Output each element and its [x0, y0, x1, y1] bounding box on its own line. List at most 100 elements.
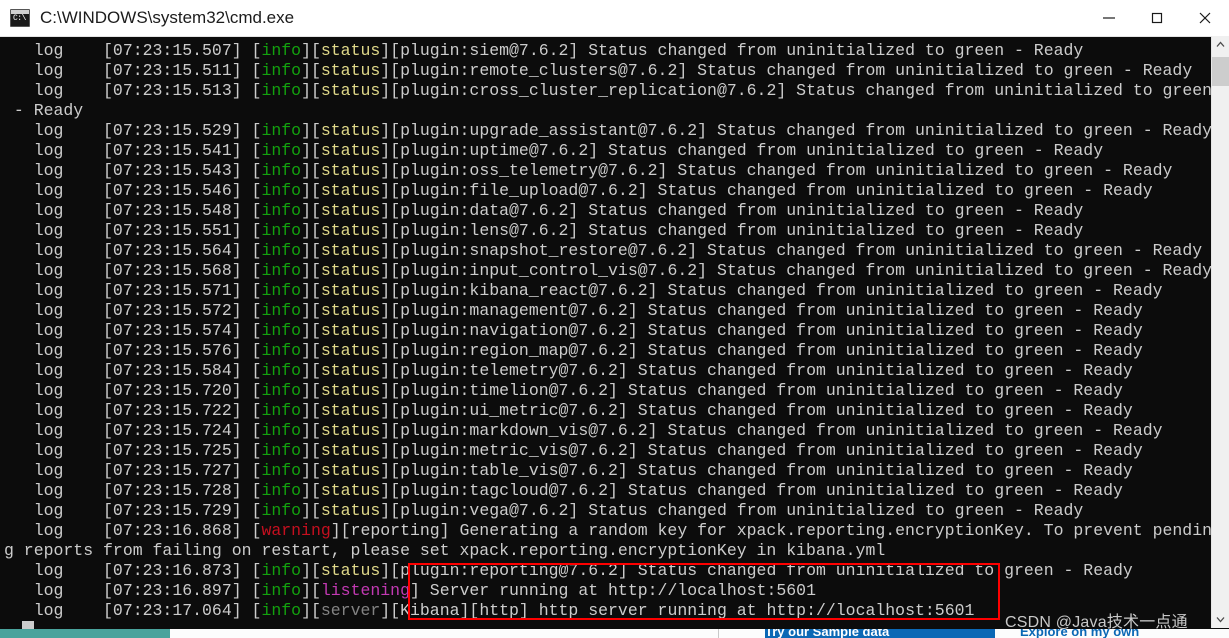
window-title: C:\WINDOWS\system32\cmd.exe — [40, 8, 295, 27]
console-segment-white: ][ — [301, 461, 321, 480]
console-segment-status: status — [320, 41, 381, 60]
console-segment-white: ][plugin:uptime@7.6.2] Status changed fr… — [380, 141, 1104, 160]
console-segment-white: ][plugin:reporting@7.6.2] Status changed… — [380, 561, 1133, 580]
console-segment-white: ][ — [301, 201, 321, 220]
console-segment-white: log [07:23:15.541] [ — [4, 141, 262, 160]
console-segment-info: info — [261, 421, 302, 440]
console-line: log [07:23:15.725] [info][status][plugin… — [4, 441, 1196, 461]
console-segment-white: ][plugin:cross_cluster_replication@7.6.2… — [380, 81, 1213, 100]
cmd-console-icon — [10, 9, 30, 27]
console-segment-white: ][ — [301, 161, 321, 180]
console-segment-white: log [07:23:15.576] [ — [4, 341, 262, 360]
console-segment-white: ][plugin:table_vis@7.6.2] Status changed… — [380, 461, 1133, 480]
console-segment-info: info — [261, 601, 302, 620]
console-segment-white: ][plugin:file_upload@7.6.2] Status chang… — [380, 181, 1153, 200]
scroll-down-icon[interactable] — [1212, 611, 1229, 628]
watermark-text: CSDN @Java技术一点通 — [1005, 614, 1188, 631]
window-controls — [1085, 0, 1229, 36]
console-segment-white: log [07:23:15.584] [ — [4, 361, 262, 380]
console-segment-info: info — [261, 441, 302, 460]
console-segment-info: info — [261, 241, 302, 260]
console-segment-white: log [07:23:15.722] [ — [4, 401, 262, 420]
console-line: log [07:23:15.551] [info][status][plugin… — [4, 221, 1196, 241]
console-segment-info: info — [261, 181, 302, 200]
console-segment-white: ][plugin:telemetry@7.6.2] Status changed… — [380, 361, 1133, 380]
console-segment-white: ][ — [301, 401, 321, 420]
console-segment-warning: warning — [261, 521, 331, 540]
console-segment-white: ][ — [301, 581, 321, 600]
console-segment-server: server — [320, 601, 381, 620]
console-segment-white: log [07:23:17.064] [ — [4, 601, 262, 620]
window-titlebar[interactable]: C:\WINDOWS\system32\cmd.exe — [0, 0, 1229, 37]
console-segment-white: ][plugin:input_control_vis@7.6.2] Status… — [380, 261, 1213, 280]
console-segment-white: log [07:23:15.543] [ — [4, 161, 262, 180]
console-segment-white: ][ — [301, 441, 321, 460]
console-line: log [07:23:15.728] [info][status][plugin… — [4, 481, 1196, 501]
console-segment-status: status — [320, 341, 381, 360]
console-segment-info: info — [261, 221, 302, 240]
console-line: log [07:23:15.724] [info][status][plugin… — [4, 421, 1196, 441]
console-segment-info: info — [261, 461, 302, 480]
console-segment-white: ][ — [301, 281, 321, 300]
console-segment-white: log [07:23:15.568] [ — [4, 261, 262, 280]
console-segment-info: info — [261, 261, 302, 280]
console-segment-white: ][ — [301, 301, 321, 320]
console-segment-status: status — [320, 361, 381, 380]
console-line: log [07:23:15.727] [info][status][plugin… — [4, 461, 1196, 481]
console-segment-status: status — [320, 201, 381, 220]
console-segment-info: info — [261, 201, 302, 220]
console-line: log [07:23:15.729] [info][status][plugin… — [4, 501, 1196, 521]
console-segment-white: log [07:23:15.507] [ — [4, 41, 262, 60]
console-segment-status: status — [320, 161, 381, 180]
close-icon[interactable] — [1181, 0, 1229, 36]
console-line: log [07:23:16.873] [info][status][plugin… — [4, 561, 1196, 581]
console-segment-info: info — [261, 281, 302, 300]
console-segment-white: ][plugin:navigation@7.6.2] Status change… — [380, 321, 1143, 340]
console-cursor — [22, 621, 34, 629]
console-line: log [07:23:15.576] [info][status][plugin… — [4, 341, 1196, 361]
console-segment-listening: listening — [320, 581, 410, 600]
console-segment-info: info — [261, 61, 302, 80]
console-segment-status: status — [320, 301, 381, 320]
console-segment-status: status — [320, 281, 381, 300]
console-segment-info: info — [261, 381, 302, 400]
console-line: - Ready — [4, 101, 1196, 121]
console-segment-white: log [07:23:15.572] [ — [4, 301, 262, 320]
console-segment-white: log [07:23:15.513] [ — [4, 81, 262, 100]
console-segment-status: status — [320, 61, 381, 80]
console-line: log [07:23:15.720] [info][status][plugin… — [4, 381, 1196, 401]
console-segment-white: ][ — [301, 361, 321, 380]
console-segment-white: log [07:23:15.720] [ — [4, 381, 262, 400]
minimize-icon[interactable] — [1085, 0, 1133, 36]
scrollbar-thumb[interactable] — [1212, 57, 1229, 86]
console-segment-white: ][Kibana][http] http server running at h… — [380, 601, 975, 620]
console-segment-white: ][plugin:lens@7.6.2] Status changed from… — [380, 221, 1084, 240]
console-segment-white: ][ — [301, 221, 321, 240]
console-segment-white: ][plugin:upgrade_assistant@7.6.2] Status… — [380, 121, 1213, 140]
console-segment-status: status — [320, 181, 381, 200]
console-segment-white: ][ — [301, 81, 321, 100]
console-segment-status: status — [320, 221, 381, 240]
console-segment-white: ][plugin:siem@7.6.2] Status changed from… — [380, 41, 1084, 60]
console-line: log [07:23:15.722] [info][status][plugin… — [4, 401, 1196, 421]
console-segment-status: status — [320, 461, 381, 480]
maximize-icon[interactable] — [1133, 0, 1181, 36]
console-segment-white: log [07:23:16.897] [ — [4, 581, 262, 600]
console-line: log [07:23:15.507] [info][status][plugin… — [4, 41, 1196, 61]
console-segment-white: ][plugin:metric_vis@7.6.2] Status change… — [380, 441, 1143, 460]
console-segment-info: info — [261, 41, 302, 60]
console-segment-info: info — [261, 501, 302, 520]
console-segment-white: ][ — [301, 321, 321, 340]
console-scrollbar[interactable] — [1211, 36, 1229, 628]
console-segment-white: g reports from failing on restart, pleas… — [4, 541, 886, 560]
console-segment-white: ][ — [301, 261, 321, 280]
console-segment-info: info — [261, 141, 302, 160]
console-segment-white: ][ — [301, 601, 321, 620]
scroll-up-icon[interactable] — [1212, 36, 1229, 53]
console-segment-info: info — [261, 401, 302, 420]
console-segment-white: ][ — [301, 561, 321, 580]
console-output-area[interactable]: log [07:23:15.507] [info][status][plugin… — [0, 37, 1229, 629]
console-segment-status: status — [320, 421, 381, 440]
console-segment-status: status — [320, 81, 381, 100]
console-log-lines: log [07:23:15.507] [info][status][plugin… — [4, 41, 1212, 621]
